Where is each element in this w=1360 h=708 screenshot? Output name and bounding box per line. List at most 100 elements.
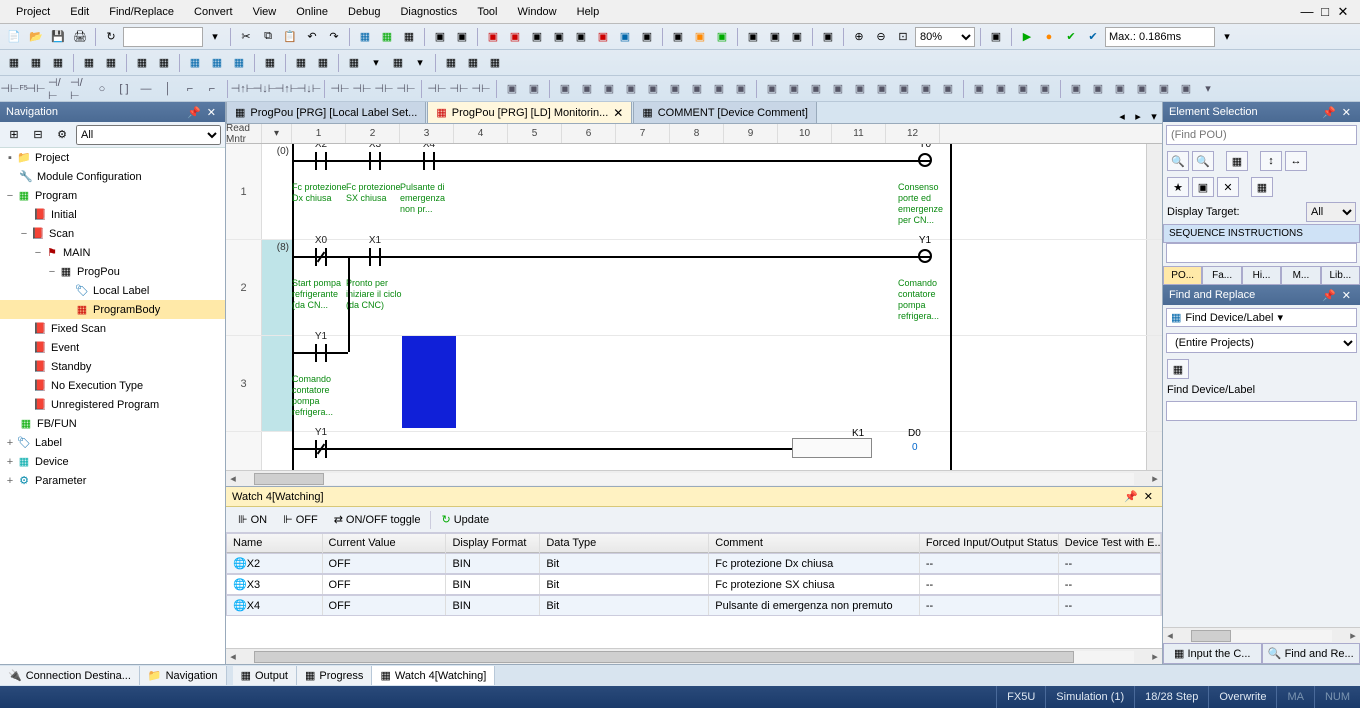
tab-close-icon[interactable]: ✕ bbox=[613, 106, 623, 120]
af7-icon[interactable]: ⊣↑⊢ bbox=[277, 79, 297, 99]
tab-menu-icon[interactable]: ▾ bbox=[1146, 110, 1162, 123]
undo-icon[interactable]: ↶ bbox=[302, 27, 322, 47]
tb2-d-icon[interactable]: ▦ bbox=[79, 53, 99, 73]
dropdown2-icon[interactable]: ▾ bbox=[1217, 27, 1237, 47]
zoom-out-icon[interactable]: ⊖ bbox=[871, 27, 891, 47]
menu-window[interactable]: Window bbox=[508, 2, 567, 22]
tb2-g-icon[interactable]: ▦ bbox=[154, 53, 174, 73]
check-icon[interactable]: ✔ bbox=[1061, 27, 1081, 47]
tab-next-icon[interactable]: ▸ bbox=[1130, 110, 1146, 123]
elem-close-icon[interactable]: ✕ bbox=[1339, 106, 1354, 119]
close-icon[interactable]: ✕ bbox=[1336, 5, 1350, 19]
tb-l-icon[interactable]: ▣ bbox=[690, 27, 710, 47]
tb-n-icon[interactable]: ▣ bbox=[743, 27, 763, 47]
close-panel-icon[interactable]: ✕ bbox=[204, 106, 219, 119]
tb2-t-icon[interactable]: ▦ bbox=[485, 53, 505, 73]
tb2-n-icon[interactable]: ▦ bbox=[344, 53, 364, 73]
tb2-k-icon[interactable]: ▦ bbox=[260, 53, 280, 73]
save-icon[interactable]: 💾 bbox=[48, 27, 68, 47]
ladder-editor[interactable]: Read Mntr ▾ 1 2 3 4 5 6 7 8 9 10 11 12 bbox=[226, 124, 1162, 486]
lt-18-icon[interactable]: ▣ bbox=[894, 79, 914, 99]
zoom-select[interactable]: 80% bbox=[915, 27, 975, 47]
contact-x1[interactable]: X1 bbox=[348, 246, 402, 268]
f9-icon[interactable]: — bbox=[136, 79, 156, 99]
watch-close-icon[interactable]: ✕ bbox=[1141, 490, 1156, 503]
lt-14-icon[interactable]: ▣ bbox=[806, 79, 826, 99]
new-icon[interactable]: 📄 bbox=[4, 27, 24, 47]
contact-y1-br[interactable]: Y1 bbox=[294, 342, 348, 364]
tree-parameter[interactable]: +⚙Parameter bbox=[0, 471, 225, 490]
lt-20-icon[interactable]: ▣ bbox=[938, 79, 958, 99]
menu-help[interactable]: Help bbox=[567, 2, 610, 22]
menu-online[interactable]: Online bbox=[286, 2, 338, 22]
sf5-icon[interactable]: ⊣⊢ bbox=[26, 79, 46, 99]
tb2-j-icon[interactable]: ▦ bbox=[229, 53, 249, 73]
tree-label[interactable]: +🏷Label bbox=[0, 433, 225, 452]
rtab-findrep[interactable]: 🔍 Find and Re... bbox=[1262, 643, 1360, 664]
tb-j-icon[interactable]: ▣ bbox=[637, 27, 657, 47]
rtab-input[interactable]: ▦ Input the C... bbox=[1163, 643, 1262, 664]
saf6-icon[interactable]: ⊣⊢ bbox=[352, 79, 372, 99]
tree-fixed-scan[interactable]: 📕Fixed Scan bbox=[0, 319, 225, 338]
tree-no-exec[interactable]: 📕No Execution Type bbox=[0, 376, 225, 395]
watch-toggle-button[interactable]: ⇄ON/OFF toggle bbox=[328, 510, 427, 529]
lt-19-icon[interactable]: ▣ bbox=[916, 79, 936, 99]
tab-prev-icon[interactable]: ◂ bbox=[1114, 110, 1130, 123]
fr-pin-icon[interactable]: 📌 bbox=[1319, 289, 1339, 302]
rbt-3-icon[interactable]: ▦ bbox=[1226, 151, 1248, 171]
dropdown-icon[interactable]: ▾ bbox=[205, 27, 225, 47]
sf7-icon[interactable]: ⊣↑⊢ bbox=[233, 79, 253, 99]
tb2-a-icon[interactable]: ▦ bbox=[4, 53, 24, 73]
menu-debug[interactable]: Debug bbox=[338, 2, 390, 22]
watch-row-x2[interactable]: 🌐X2 OFF BIN Bit Fc protezione Dx chiusa … bbox=[226, 553, 1162, 574]
f8-icon[interactable]: [ ] bbox=[114, 79, 134, 99]
watch-off-button[interactable]: ⊩OFF bbox=[277, 510, 324, 529]
af8-icon[interactable]: ⊣↓⊢ bbox=[299, 79, 319, 99]
redo-icon[interactable]: ↷ bbox=[324, 27, 344, 47]
tree-event[interactable]: 📕Event bbox=[0, 338, 225, 357]
lt-17-icon[interactable]: ▣ bbox=[872, 79, 892, 99]
lt-1-icon[interactable]: ▣ bbox=[502, 79, 522, 99]
tb2-r-icon[interactable]: ▦ bbox=[441, 53, 461, 73]
lt-4-icon[interactable]: ▣ bbox=[577, 79, 597, 99]
zoom-in-icon[interactable]: ⊕ bbox=[849, 27, 869, 47]
write-plc-icon[interactable]: ▦ bbox=[355, 27, 375, 47]
bt-connection[interactable]: 🔌Connection Destina... bbox=[0, 666, 140, 685]
tree-module-config[interactable]: 🔧Module Configuration bbox=[0, 167, 225, 186]
lt-25-icon[interactable]: ▣ bbox=[1066, 79, 1086, 99]
f7-icon[interactable]: ○ bbox=[92, 79, 112, 99]
bt-watch4[interactable]: ▦Watch 4[Watching] bbox=[372, 666, 495, 685]
tb-b-icon[interactable]: ▣ bbox=[452, 27, 472, 47]
display-target-select[interactable]: All bbox=[1306, 202, 1356, 222]
tb-k-icon[interactable]: ▣ bbox=[668, 27, 688, 47]
rbt-star-icon[interactable]: ★ bbox=[1167, 177, 1189, 197]
rbt-5-icon[interactable]: ↔ bbox=[1285, 151, 1307, 171]
contact-y1-r4[interactable]: Y1 bbox=[294, 438, 348, 460]
copy-icon[interactable]: ⧉ bbox=[258, 27, 278, 47]
tb2-p-icon[interactable]: ▦ bbox=[388, 53, 408, 73]
nav-expand-icon[interactable]: ⊞ bbox=[4, 125, 24, 145]
lt-11-icon[interactable]: ▣ bbox=[731, 79, 751, 99]
watch-row-x3[interactable]: 🌐X3 OFF BIN Bit Fc protezione SX chiusa … bbox=[226, 574, 1162, 595]
rbt-del-icon[interactable]: ✕ bbox=[1217, 177, 1239, 197]
coil-y1[interactable]: Y1 bbox=[898, 246, 952, 268]
elem-pin-icon[interactable]: 📌 bbox=[1319, 106, 1339, 119]
dropdown-cell[interactable]: ▾ bbox=[262, 124, 292, 143]
tb2-q-icon[interactable]: ▾ bbox=[410, 53, 430, 73]
watch-pin-icon[interactable]: 📌 bbox=[1121, 490, 1141, 503]
rbt-1-icon[interactable]: 🔍 bbox=[1167, 151, 1189, 171]
nav-filter-select[interactable]: All bbox=[76, 125, 221, 145]
paste-icon[interactable]: 📋 bbox=[280, 27, 300, 47]
tb2-f-icon[interactable]: ▦ bbox=[132, 53, 152, 73]
menu-diagnostics[interactable]: Diagnostics bbox=[390, 2, 467, 22]
lt-16-icon[interactable]: ▣ bbox=[850, 79, 870, 99]
lt-9-icon[interactable]: ▣ bbox=[687, 79, 707, 99]
read-plc-icon[interactable]: ▦ bbox=[377, 27, 397, 47]
tree-fbfun[interactable]: ▦FB/FUN bbox=[0, 414, 225, 433]
f6-icon[interactable]: ⊣/⊢ bbox=[48, 79, 68, 99]
tb-a-icon[interactable]: ▣ bbox=[430, 27, 450, 47]
tree-program-body[interactable]: ▦ProgramBody bbox=[0, 300, 225, 319]
tb-r-icon[interactable]: ▣ bbox=[986, 27, 1006, 47]
watch-update-button[interactable]: ↻Update bbox=[435, 510, 495, 529]
lt-7-icon[interactable]: ▣ bbox=[643, 79, 663, 99]
